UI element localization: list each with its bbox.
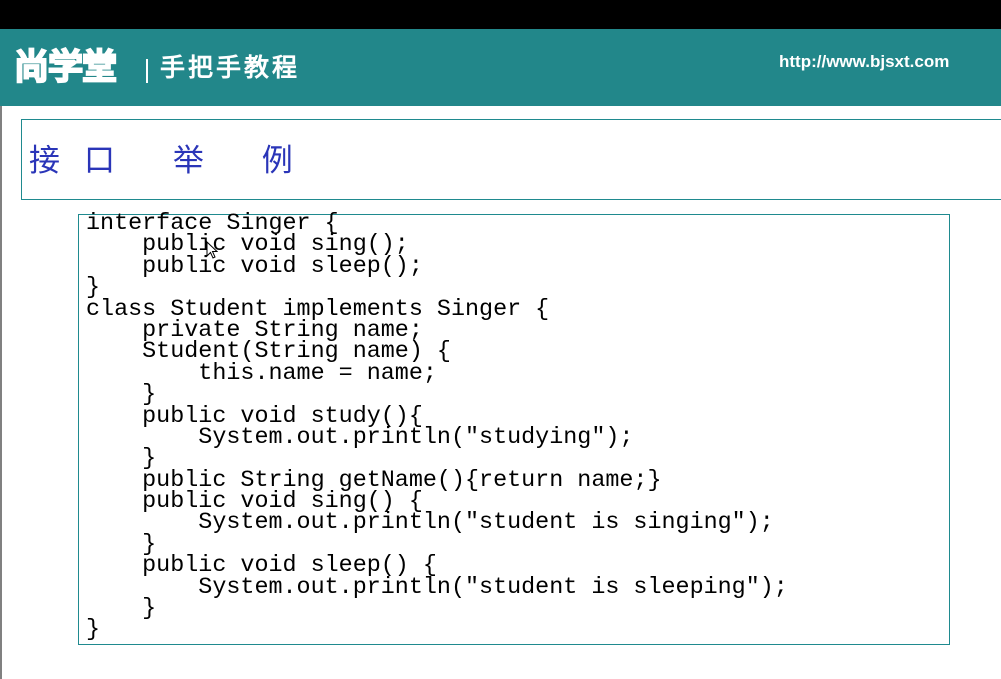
code-line: }	[86, 596, 157, 623]
slide-title: 接口 举 例	[29, 143, 317, 179]
code-line: this.name = name;	[86, 360, 437, 387]
site-url[interactable]: http://www.bjsxt.com	[779, 51, 949, 73]
code-line: System.out.println("studying");	[86, 424, 634, 451]
code-line: }	[86, 617, 101, 644]
code-block: interface Singer { public void sing(); p…	[86, 212, 788, 644]
code-line: System.out.println("student is singing")…	[86, 510, 774, 537]
header-tagline: 手把手教程	[160, 53, 301, 82]
header-divider	[146, 59, 148, 83]
mouse-pointer-icon	[206, 241, 218, 259]
top-black-bar	[0, 0, 1001, 29]
code-line: public void sleep();	[86, 253, 423, 280]
logo: 尚学堂	[13, 48, 118, 88]
code-line: System.out.println("student is sleeping"…	[86, 574, 788, 601]
left-border-line	[0, 106, 2, 679]
